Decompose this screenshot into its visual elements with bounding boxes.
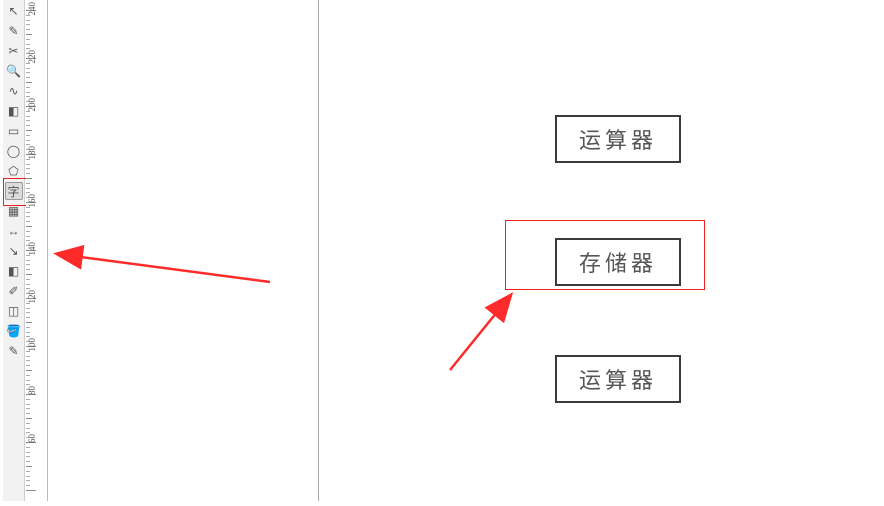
ruler-label: 160: [28, 194, 37, 208]
freehand-tool[interactable]: ∿: [5, 82, 23, 100]
ruler-label: 140: [28, 242, 37, 256]
ruler-label: 180: [28, 146, 37, 160]
ruler-label: 200: [28, 98, 37, 112]
rectangle-tool[interactable]: ▭: [5, 122, 23, 140]
text-box-box1[interactable]: 运算器: [555, 115, 681, 163]
page-edge: [318, 0, 319, 501]
pick-tool[interactable]: ↖: [5, 2, 23, 20]
text-tool[interactable]: 字: [5, 182, 23, 200]
canvas[interactable]: 运算器存储器运算器: [48, 0, 884, 501]
vertical-ruler: 240 220 200 180 160 140 120 100 80 60: [26, 0, 48, 501]
text-box-box3[interactable]: 运算器: [555, 355, 681, 403]
ruler-label: 100: [28, 338, 37, 352]
ellipse-tool[interactable]: ◯: [5, 142, 23, 160]
outline-tool[interactable]: ✎: [5, 342, 23, 360]
fill-tool[interactable]: 🪣: [5, 322, 23, 340]
ruler-label: 60: [28, 434, 37, 443]
ruler-label: 240: [28, 2, 37, 16]
connector-tool[interactable]: ↘: [5, 242, 23, 260]
polygon-tool[interactable]: ⬠: [5, 162, 23, 180]
ruler-label: 80: [28, 386, 37, 395]
crop-tool[interactable]: ✂: [5, 42, 23, 60]
eyedropper-tool[interactable]: ✐: [5, 282, 23, 300]
dimension-tool[interactable]: ↔: [5, 222, 23, 240]
ruler-label: 220: [28, 50, 37, 64]
shape-tool[interactable]: ✎: [5, 22, 23, 40]
transparency-tool[interactable]: ◫: [5, 302, 23, 320]
toolbox: ↖ ✎ ✂ 🔍 ∿ ◧ ▭ ◯ ⬠ 字 ▦ ↔ ↘ ◧ ✐ ◫ 🪣 ✎: [3, 0, 25, 501]
zoom-tool[interactable]: 🔍: [5, 62, 23, 80]
ruler-label: 120: [28, 290, 37, 304]
table-tool[interactable]: ▦: [5, 202, 23, 220]
shadow-tool[interactable]: ◧: [5, 262, 23, 280]
smart-fill-tool[interactable]: ◧: [5, 102, 23, 120]
text-box-box2[interactable]: 存储器: [555, 238, 681, 286]
